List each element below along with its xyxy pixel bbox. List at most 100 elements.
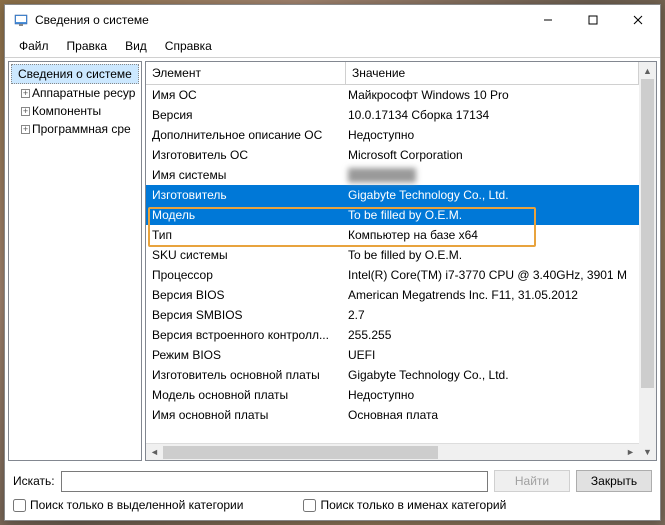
detail-key: Модель основной платы [146,386,346,404]
detail-header: Элемент Значение [146,62,639,85]
detail-value: 10.0.17134 Сборка 17134 [346,106,639,124]
tree-item-label: Программная сре [32,122,131,136]
detail-row[interactable]: МодельTo be filled by O.E.M. [146,205,639,225]
scroll-left-icon[interactable]: ◄ [146,444,163,461]
vscroll-thumb[interactable] [641,79,654,388]
detail-row[interactable]: ПроцессорIntel(R) Core(TM) i7-3770 CPU @… [146,265,639,285]
tree-item-label: Компоненты [32,104,101,118]
detail-key: Версия встроенного контролл... [146,326,346,344]
detail-row[interactable]: Версия BIOSAmerican Megatrends Inc. F11,… [146,285,639,305]
detail-value: Компьютер на базе x64 [346,226,639,244]
detail-value: Gigabyte Technology Co., Ltd. [346,186,639,204]
detail-value: Недоступно [346,126,639,144]
detail-row[interactable]: SKU системыTo be filled by O.E.M. [146,245,639,265]
detail-row[interactable]: Версия SMBIOS2.7 [146,305,639,325]
detail-key: SKU системы [146,246,346,264]
plus-icon[interactable]: + [21,125,30,134]
menu-file[interactable]: Файл [11,37,57,55]
scroll-right-icon[interactable]: ► [622,444,639,461]
detail-key: Имя основной платы [146,406,346,424]
detail-row[interactable]: Изготовитель основной платыGigabyte Tech… [146,365,639,385]
tree-pane[interactable]: Сведения о системе +Аппаратные ресур+Ком… [8,61,142,461]
detail-key: Изготовитель [146,186,346,204]
detail-row[interactable]: Имя ОСМайкрософт Windows 10 Pro [146,85,639,105]
detail-value: To be filled by O.E.M. [346,246,639,264]
detail-key: Имя системы [146,166,346,184]
content-area: Сведения о системе +Аппаратные ресур+Ком… [5,58,660,464]
detail-row[interactable]: ИзготовительGigabyte Technology Co., Ltd… [146,185,639,205]
tree-item-label: Аппаратные ресур [32,86,135,100]
detail-key: Тип [146,226,346,244]
detail-row[interactable]: Имя системы████████ [146,165,639,185]
check-category-names-label: Поиск только в именах категорий [320,498,506,512]
detail-body[interactable]: Имя ОСМайкрософт Windows 10 ProВерсия10.… [146,85,639,443]
detail-row[interactable]: Версия10.0.17134 Сборка 17134 [146,105,639,125]
search-input[interactable] [61,471,488,492]
scroll-down-icon[interactable]: ▼ [639,443,656,460]
scroll-up-icon[interactable]: ▲ [639,62,656,79]
close-button[interactable] [615,5,660,35]
search-label: Искать: [13,474,55,488]
detail-value: Основная плата [346,406,639,424]
menubar: Файл Правка Вид Справка [5,35,660,58]
detail-row[interactable]: Дополнительное описание ОСНедоступно [146,125,639,145]
detail-value: American Megatrends Inc. F11, 31.05.2012 [346,286,639,304]
detail-key: Модель [146,206,346,224]
menu-view[interactable]: Вид [117,37,155,55]
bottom-panel: Искать: Найти Закрыть Поиск только в выд… [5,464,660,520]
detail-value: 255.255 [346,326,639,344]
app-icon [13,12,29,28]
check-selected-category[interactable]: Поиск только в выделенной категории [13,498,243,512]
detail-value: To be filled by O.E.M. [346,206,639,224]
detail-key: Дополнительное описание ОС [146,126,346,144]
detail-key: Режим BIOS [146,346,346,364]
check-selected-category-label: Поиск только в выделенной категории [30,498,243,512]
tree-item[interactable]: +Аппаратные ресур [9,84,141,102]
detail-value: Майкрософт Windows 10 Pro [346,86,639,104]
detail-value: 2.7 [346,306,639,324]
detail-key: Версия [146,106,346,124]
detail-key: Имя ОС [146,86,346,104]
detail-key: Версия SMBIOS [146,306,346,324]
minimize-button[interactable] [525,5,570,35]
plus-icon[interactable]: + [21,107,30,116]
close-search-button[interactable]: Закрыть [576,470,652,492]
detail-value: Microsoft Corporation [346,146,639,164]
detail-value: Недоступно [346,386,639,404]
detail-row[interactable]: Изготовитель ОСMicrosoft Corporation [146,145,639,165]
window-title: Сведения о системе [35,13,525,27]
column-value[interactable]: Значение [346,62,639,84]
tree-root[interactable]: Сведения о системе [11,64,139,84]
detail-key: Изготовитель ОС [146,146,346,164]
maximize-button[interactable] [570,5,615,35]
detail-value: ████████ [346,166,639,184]
find-button[interactable]: Найти [494,470,570,492]
menu-help[interactable]: Справка [157,37,220,55]
detail-row[interactable]: Режим BIOSUEFI [146,345,639,365]
check-category-names-box[interactable] [303,499,316,512]
detail-row[interactable]: Модель основной платыНедоступно [146,385,639,405]
plus-icon[interactable]: + [21,89,30,98]
detail-key: Процессор [146,266,346,284]
system-info-window: Сведения о системе Файл Правка Вид Справ… [4,4,661,521]
detail-pane: Элемент Значение Имя ОСМайкрософт Window… [145,61,657,461]
detail-key: Изготовитель основной платы [146,366,346,384]
tree-item[interactable]: +Компоненты [9,102,141,120]
menu-edit[interactable]: Правка [59,37,116,55]
detail-value: Gigabyte Technology Co., Ltd. [346,366,639,384]
titlebar[interactable]: Сведения о системе [5,5,660,35]
detail-row[interactable]: Версия встроенного контролл...255.255 [146,325,639,345]
detail-row[interactable]: Имя основной платыОсновная плата [146,405,639,425]
detail-row[interactable]: ТипКомпьютер на базе x64 [146,225,639,245]
horizontal-scrollbar[interactable]: ◄ ► [146,443,639,460]
column-element[interactable]: Элемент [146,62,346,84]
check-selected-category-box[interactable] [13,499,26,512]
hscroll-thumb[interactable] [163,446,438,459]
tree-root-label: Сведения о системе [18,67,132,81]
check-category-names[interactable]: Поиск только в именах категорий [303,498,506,512]
detail-key: Версия BIOS [146,286,346,304]
vertical-scrollbar[interactable]: ▲ ▼ [639,62,656,460]
tree-item[interactable]: +Программная сре [9,120,141,138]
detail-value: UEFI [346,346,639,364]
detail-value: Intel(R) Core(TM) i7-3770 CPU @ 3.40GHz,… [346,266,639,284]
